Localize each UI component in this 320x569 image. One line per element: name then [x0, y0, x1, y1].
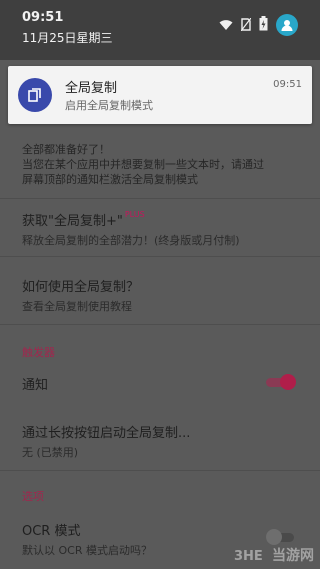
notification-shade-header: 09:51 11月25日星期三: [0, 0, 320, 60]
plus-badge: PLUS: [124, 210, 145, 219]
copy-icon: [18, 78, 52, 112]
intro-line: 当您在某个应用中并想要复制一些文本时，请通过: [22, 158, 264, 171]
battery-charging-icon: [259, 15, 268, 35]
status-icons: [219, 14, 298, 36]
how-to-subtitle: 查看全局复制使用教程: [22, 300, 132, 313]
watermark-logo-icon: 3HE: [234, 549, 263, 563]
longpress-item[interactable]: 通过长按按钮启动全局复制... 无 (已禁用): [22, 422, 190, 460]
ocr-mode-item[interactable]: OCR 模式 默认以 OCR 模式启动吗？: [22, 520, 152, 558]
section-header-options: 选项: [22, 490, 44, 503]
divider: [0, 256, 320, 257]
svg-text:3HE: 3HE: [234, 549, 263, 563]
get-plus-item[interactable]: 获取"全局复制+" PLUS 释放全局复制的全部潜力！(终身版或月付制): [22, 210, 240, 248]
intro-text: 全部都准备好了！ 当您在某个应用中并想要复制一些文本时，请通过 屏幕顶部的通知栏…: [22, 142, 264, 187]
intro-line: 全部都准备好了！: [22, 143, 110, 156]
notify-label: 通知: [22, 378, 49, 393]
how-to-title: 如何使用全局复制？: [22, 280, 140, 295]
intro-line: 屏幕顶部的通知栏激活全局复制模式: [22, 173, 198, 186]
ocr-toggle[interactable]: [266, 529, 296, 545]
divider: [0, 198, 320, 199]
longpress-title: 通过长按按钮启动全局复制...: [22, 426, 191, 441]
watermark-text: 当游网: [272, 548, 314, 564]
toggle-knob: [266, 529, 282, 545]
longpress-subtitle: 无 (已禁用): [22, 446, 79, 459]
wifi-icon: [219, 16, 233, 35]
site-watermark: 3HE 当游网: [234, 545, 314, 565]
global-copy-notification[interactable]: 全局复制 启用全局复制模式 09:51: [8, 66, 312, 124]
notify-toggle[interactable]: [266, 374, 296, 390]
no-sim-icon: [240, 16, 252, 35]
ocr-subtitle: 默认以 OCR 模式启动吗？: [22, 544, 152, 557]
notification-time: 09:51: [273, 79, 302, 90]
toggle-knob: [280, 374, 296, 390]
divider: [0, 470, 320, 471]
ocr-title: OCR 模式: [22, 524, 81, 539]
notification-text: 启用全局复制模式: [65, 99, 153, 112]
section-header-trigger: 触发器: [22, 346, 55, 359]
how-to-item[interactable]: 如何使用全局复制？ 查看全局复制使用教程: [22, 276, 139, 314]
divider: [0, 324, 320, 325]
get-plus-subtitle: 释放全局复制的全部潜力！(终身版或月付制): [22, 234, 240, 247]
get-plus-title: 获取"全局复制+": [22, 214, 123, 229]
status-date: 11月25日星期三: [22, 31, 113, 45]
user-avatar-icon[interactable]: [276, 14, 298, 36]
notification-title: 全局复制: [65, 81, 118, 96]
status-time: 09:51: [22, 10, 64, 25]
